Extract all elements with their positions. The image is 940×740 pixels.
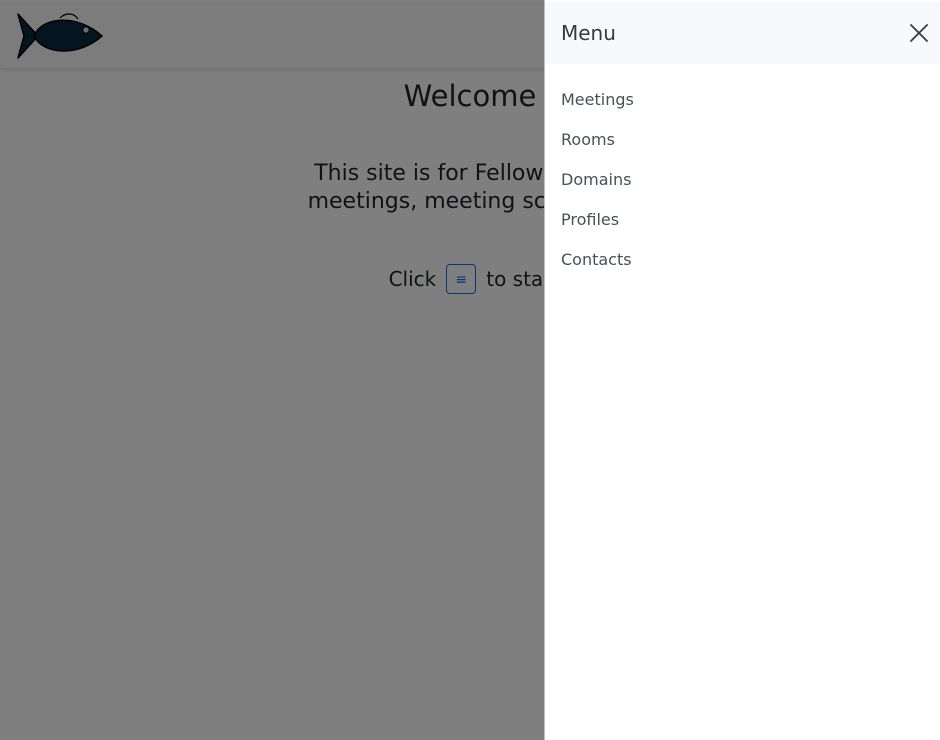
menu-item-rooms[interactable]: Rooms [561,128,634,168]
menu-item-profiles[interactable]: Profiles [561,208,634,248]
offcanvas-title: Menu [561,21,616,45]
offcanvas-header: Menu [545,2,940,64]
menu-list: Meetings Rooms Domains Profiles Contacts [561,88,634,288]
menu-item-contacts[interactable]: Contacts [561,248,634,288]
menu-item-meetings[interactable]: Meetings [561,88,634,128]
offcanvas-menu: Menu Meetings Rooms Domains Profiles Con… [544,0,940,740]
close-icon[interactable] [907,21,931,45]
menu-item-domains[interactable]: Domains [561,168,634,208]
